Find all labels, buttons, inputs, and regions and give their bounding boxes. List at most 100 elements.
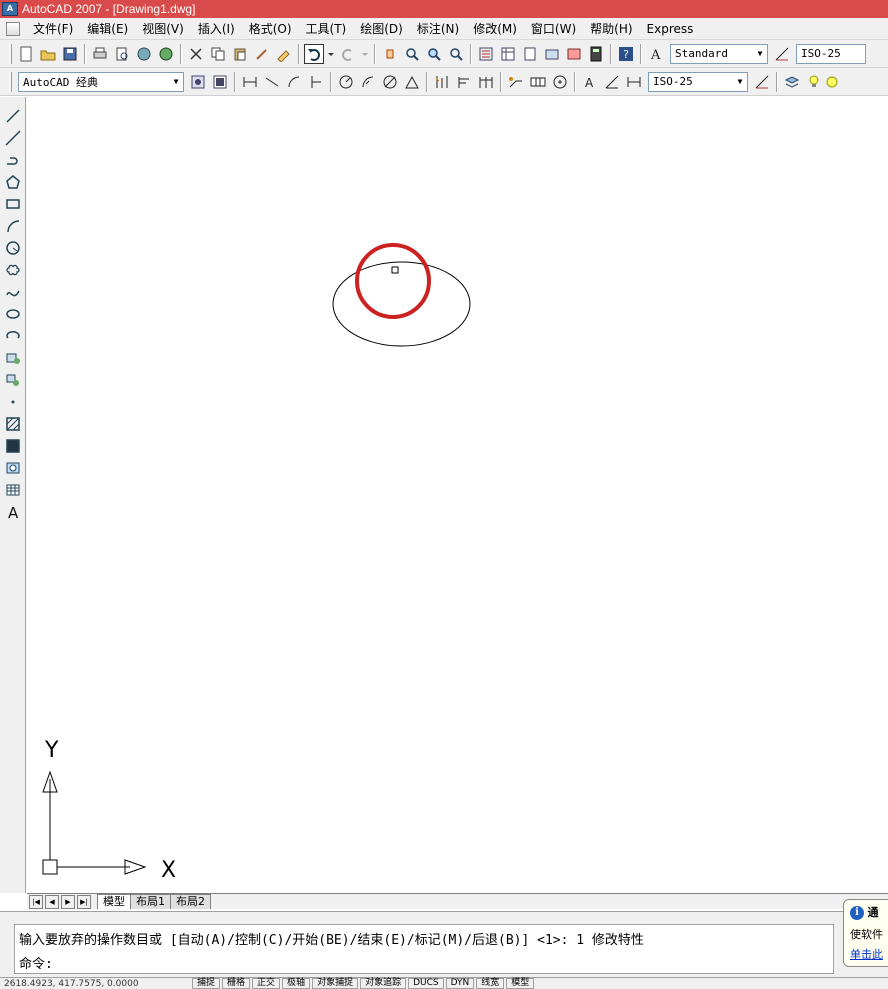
point-tool-icon[interactable] bbox=[2, 391, 24, 413]
menu-edit[interactable]: 编辑(E) bbox=[80, 20, 135, 37]
dimension-style-select[interactable]: ISO-25 ▼ bbox=[648, 71, 748, 92]
menu-window[interactable]: 窗口(W) bbox=[524, 20, 583, 37]
layer-on-bulb-icon[interactable] bbox=[804, 72, 824, 92]
menu-express[interactable]: Express bbox=[640, 22, 701, 36]
insert-block-icon[interactable] bbox=[2, 347, 24, 369]
dimension-edit-icon[interactable]: A bbox=[580, 72, 600, 92]
menu-file[interactable]: 文件(F) bbox=[26, 20, 80, 37]
tab-layout2[interactable]: 布局2 bbox=[170, 894, 211, 909]
first-tab-icon[interactable]: |◀ bbox=[29, 895, 43, 909]
status-lineweight-button[interactable]: 线宽 bbox=[476, 978, 505, 989]
new-file-icon[interactable] bbox=[16, 44, 36, 64]
status-ortho-button[interactable]: 正交 bbox=[252, 978, 281, 989]
quick-leader-icon[interactable] bbox=[506, 72, 526, 92]
diameter-dimension-icon[interactable] bbox=[380, 72, 400, 92]
next-tab-icon[interactable]: ▶ bbox=[61, 895, 75, 909]
dimension-style-manager-icon[interactable] bbox=[752, 72, 772, 92]
multiline-text-icon[interactable]: A bbox=[2, 501, 24, 523]
quick-dimension-icon[interactable] bbox=[432, 72, 452, 92]
zoom-realtime-icon[interactable] bbox=[402, 44, 422, 64]
publish-icon[interactable] bbox=[134, 44, 154, 64]
print-preview-icon[interactable] bbox=[112, 44, 132, 64]
last-tab-icon[interactable]: ▶| bbox=[77, 895, 91, 909]
region-tool-icon[interactable] bbox=[2, 457, 24, 479]
status-otrack-button[interactable]: 对象追踪 bbox=[360, 978, 407, 989]
center-mark-icon[interactable] bbox=[550, 72, 570, 92]
status-polar-button[interactable]: 极轴 bbox=[282, 978, 311, 989]
block-editor-icon[interactable] bbox=[274, 44, 294, 64]
match-properties-icon[interactable] bbox=[252, 44, 272, 64]
jogged-dimension-icon[interactable] bbox=[358, 72, 378, 92]
menu-format[interactable]: 格式(O) bbox=[242, 20, 299, 37]
radius-dimension-icon[interactable] bbox=[336, 72, 356, 92]
status-osnap-button[interactable]: 对象捕捉 bbox=[312, 978, 359, 989]
redo-dropdown-icon[interactable] bbox=[360, 44, 370, 64]
print-icon[interactable] bbox=[90, 44, 110, 64]
circle-tool-icon[interactable] bbox=[2, 237, 24, 259]
command-prompt[interactable]: 命令: bbox=[19, 953, 53, 972]
tool-palettes-icon[interactable] bbox=[520, 44, 540, 64]
menu-dimension[interactable]: 标注(N) bbox=[410, 20, 466, 37]
dimension-update-icon[interactable] bbox=[624, 72, 644, 92]
dimension-text-edit-icon[interactable] bbox=[602, 72, 622, 92]
text-style-select[interactable]: Standard ▼ bbox=[670, 43, 768, 64]
continue-dimension-icon[interactable] bbox=[476, 72, 496, 92]
table-tool-icon[interactable] bbox=[2, 479, 24, 501]
balloon-link[interactable]: 单击此 bbox=[850, 946, 888, 962]
layer-manager-icon[interactable] bbox=[782, 72, 802, 92]
hatch-tool-icon[interactable] bbox=[2, 413, 24, 435]
gradient-tool-icon[interactable] bbox=[2, 435, 24, 457]
zoom-window-icon[interactable] bbox=[424, 44, 444, 64]
drawing-canvas[interactable]: Y X bbox=[27, 97, 888, 893]
zoom-previous-icon[interactable] bbox=[446, 44, 466, 64]
3d-dwf-icon[interactable] bbox=[156, 44, 176, 64]
grip-point[interactable] bbox=[391, 266, 399, 274]
status-dyn-button[interactable]: DYN bbox=[445, 978, 475, 989]
toolbar-grip[interactable] bbox=[9, 71, 12, 92]
markup-set-icon[interactable] bbox=[564, 44, 584, 64]
menu-insert[interactable]: 插入(I) bbox=[191, 20, 242, 37]
status-model-button[interactable]: 模型 bbox=[506, 978, 535, 989]
status-ducs-button[interactable]: DUCS bbox=[408, 978, 444, 989]
command-history[interactable]: 输入要放弃的操作数目或 [自动(A)/控制(C)/开始(BE)/结束(E)/标记… bbox=[14, 924, 834, 974]
ellipse-arc-icon[interactable] bbox=[2, 325, 24, 347]
revision-cloud-icon[interactable] bbox=[2, 259, 24, 281]
undo-dropdown-icon[interactable] bbox=[326, 44, 336, 64]
undo-icon[interactable] bbox=[304, 43, 324, 64]
ordinate-dimension-icon[interactable] bbox=[306, 72, 326, 92]
menu-view[interactable]: 视图(V) bbox=[135, 20, 191, 37]
ellipse-tool-icon[interactable] bbox=[2, 303, 24, 325]
arc-length-icon[interactable] bbox=[284, 72, 304, 92]
dimension-style-icon[interactable] bbox=[772, 44, 792, 64]
sheet-set-icon[interactable] bbox=[542, 44, 562, 64]
text-style-icon[interactable]: A bbox=[646, 44, 666, 64]
paste-icon[interactable] bbox=[230, 44, 250, 64]
construction-line-icon[interactable] bbox=[2, 127, 24, 149]
tab-layout1[interactable]: 布局1 bbox=[130, 894, 171, 909]
menu-modify[interactable]: 修改(M) bbox=[466, 20, 524, 37]
status-snap-button[interactable]: 捕捉 bbox=[192, 978, 221, 989]
status-grid-button[interactable]: 栅格 bbox=[222, 978, 251, 989]
notification-balloon[interactable]: i 通 使软件 单击此 bbox=[843, 899, 888, 967]
open-folder-icon[interactable] bbox=[38, 44, 58, 64]
polyline-tool-icon[interactable] bbox=[2, 149, 24, 171]
toolbar-grip[interactable] bbox=[9, 43, 12, 64]
pan-realtime-icon[interactable] bbox=[380, 44, 400, 64]
polygon-tool-icon[interactable] bbox=[2, 171, 24, 193]
menu-tools[interactable]: 工具(T) bbox=[299, 20, 354, 37]
prev-tab-icon[interactable]: ◀ bbox=[45, 895, 59, 909]
aligned-dimension-icon[interactable] bbox=[262, 72, 282, 92]
rectangle-tool-icon[interactable] bbox=[2, 193, 24, 215]
make-block-icon[interactable] bbox=[2, 369, 24, 391]
cut-icon[interactable] bbox=[186, 44, 206, 64]
layer-freeze-icon[interactable] bbox=[826, 72, 838, 92]
redo-icon[interactable] bbox=[338, 44, 358, 64]
dimension-style-select-top[interactable]: ISO-25 bbox=[796, 43, 866, 64]
copy-icon[interactable] bbox=[208, 44, 228, 64]
menu-draw[interactable]: 绘图(D) bbox=[353, 20, 410, 37]
calculator-icon[interactable] bbox=[586, 44, 606, 64]
line-tool-icon[interactable] bbox=[2, 105, 24, 127]
arc-tool-icon[interactable] bbox=[2, 215, 24, 237]
workspace-select[interactable]: AutoCAD 经典 ▼ bbox=[18, 71, 184, 92]
document-icon[interactable] bbox=[6, 21, 20, 36]
